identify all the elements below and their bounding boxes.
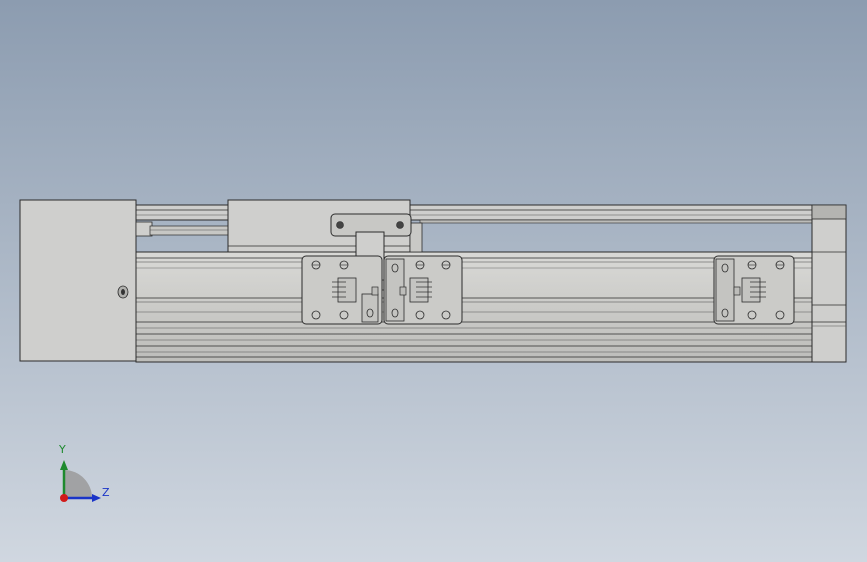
lead-screw[interactable] bbox=[149, 225, 231, 236]
linear-actuator-model[interactable] bbox=[0, 0, 867, 562]
left-sensor-bracket[interactable] bbox=[301, 255, 383, 325]
triad-z-arrow-icon bbox=[92, 494, 101, 502]
triad-y-label: Y bbox=[59, 443, 66, 456]
graphics-viewport[interactable]: Y Z bbox=[0, 0, 867, 562]
middle-sensor-bracket[interactable] bbox=[383, 255, 463, 325]
aluminium-profile-body[interactable] bbox=[135, 251, 813, 363]
motor-housing[interactable] bbox=[19, 199, 153, 362]
right-sensor-bracket[interactable] bbox=[713, 255, 795, 325]
triad-plane-shading bbox=[64, 470, 92, 498]
triad-z-label: Z bbox=[102, 486, 110, 499]
triad-y-arrow-icon bbox=[60, 460, 68, 470]
right-end-cap[interactable] bbox=[811, 204, 847, 363]
triad-x-axis-icon bbox=[60, 494, 68, 502]
orientation-triad[interactable] bbox=[60, 460, 101, 502]
